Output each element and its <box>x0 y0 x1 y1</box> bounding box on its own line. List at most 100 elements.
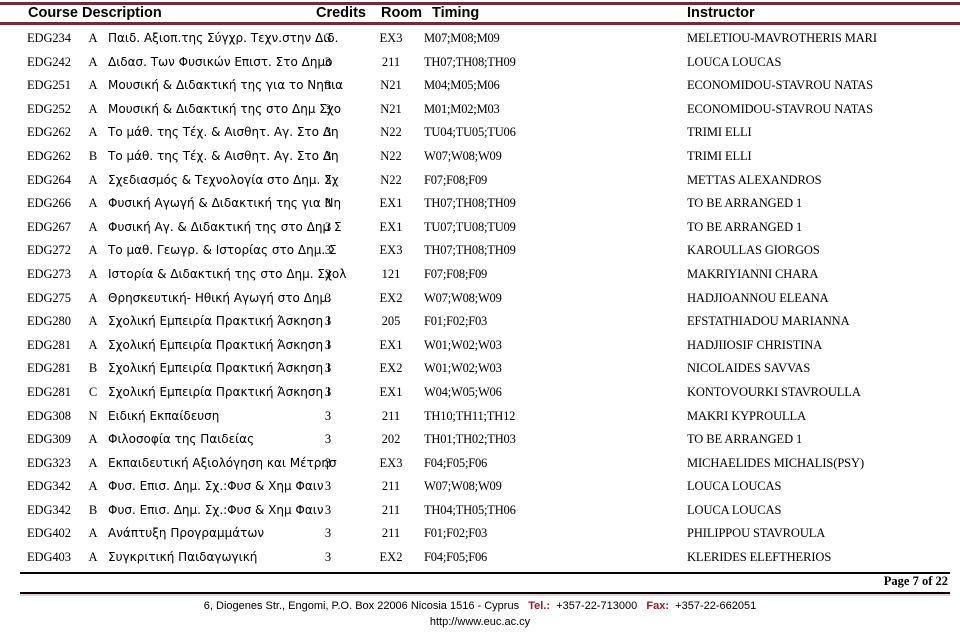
row-instructor: PHILIPPOU STAVROULA <box>687 526 826 541</box>
row-room: EX3 <box>379 31 403 45</box>
row-credits: 3 <box>324 337 332 352</box>
row-timing: F07;F08;F09 <box>424 266 488 281</box>
footer-tel-label: Tel.: <box>528 600 551 612</box>
row-course-description: Το μαθ. Γεωγρ. & Ιστορίας στο Δημ. Σ <box>108 243 337 258</box>
row-section: A <box>88 243 98 258</box>
row-room: 211 <box>381 479 401 494</box>
row-room: N22 <box>380 125 402 140</box>
row-timing: W07;W08;W09 <box>424 479 502 494</box>
row-course-description: Σχολική Εμπειρία Πρακτική Άσκηση I <box>108 314 331 329</box>
row-course-description: Φυσ. Επισ. Δημ. Σχ.:Φυσ & Χημ Φαιν <box>108 479 324 494</box>
table-row: EDG281 B Σχολική Εμπειρία Πρακτική Άσκηση … <box>0 357 960 381</box>
row-section: A <box>88 196 98 211</box>
row-course-description: Μουσική & Διδακτική της στο Δημ Σχο <box>108 101 342 116</box>
row-credits: 3 <box>324 196 332 211</box>
row-instructor: TO BE ARRANGED 1 <box>687 196 803 211</box>
row-credits: 3 <box>324 266 332 281</box>
row-section: C <box>88 384 98 399</box>
row-credits: 3 <box>324 31 332 45</box>
row-instructor: HADJIIOSIF CHRISTINA <box>687 337 823 352</box>
row-room: 211 <box>381 54 401 69</box>
footer-divider-accent <box>20 594 950 596</box>
row-instructor: TRIMI ELLI <box>687 125 752 140</box>
row-timing: TU04;TU05;TU06 <box>424 125 516 140</box>
row-instructor: LOUCA LOUCAS <box>687 502 782 517</box>
row-room: EX3 <box>379 243 403 258</box>
footer-tel-value: +357-22-713000 <box>556 600 638 612</box>
row-course-code: EDG262 <box>27 148 71 163</box>
footer-address-text: 6, Diogenes Str., Engomi, P.O. Box 22006… <box>203 600 520 612</box>
row-room: N22 <box>380 148 402 163</box>
row-section: A <box>88 550 98 565</box>
row-instructor: METTAS ALEXANDROS <box>687 172 822 187</box>
row-section: A <box>88 101 98 116</box>
table-row: EDG402 A Ανάπτυξη Προγραμμάτων 3 211 F01;F02;… <box>0 522 960 546</box>
row-room: N21 <box>380 101 402 116</box>
row-credits: 3 <box>324 479 332 494</box>
row-timing: TH10;TH11;TH12 <box>424 408 516 423</box>
row-course-code: EDG267 <box>27 219 71 234</box>
row-course-description: Σχολική Εμπειρία Πρακτική Άσκηση I <box>108 337 331 352</box>
row-instructor: KAROULLAS GIORGOS <box>687 243 820 258</box>
table-row: EDG342 B Φυσ. Επισ. Δημ. Σχ.:Φυσ & Χημ Φαι… <box>0 499 960 523</box>
row-course-code: EDG309 <box>27 432 71 447</box>
row-section: N <box>88 408 98 423</box>
row-timing: TH01;TH02;TH03 <box>424 432 516 447</box>
row-course-code: EDG281 <box>27 361 71 376</box>
row-timing: TH07;TH08;TH09 <box>424 196 516 211</box>
row-course-description: Φυσική Αγωγή & Διδακτική της για Νη <box>108 196 342 211</box>
table-row: EDG281 C Σχολική Εμπειρία Πρακτική Άσκηση … <box>0 381 960 405</box>
row-section: A <box>88 432 98 447</box>
row-section: A <box>88 479 98 494</box>
row-room: EX1 <box>379 337 403 352</box>
row-timing: TH07;TH08;TH09 <box>424 243 516 258</box>
row-credits: 3 <box>324 432 332 447</box>
row-credits: 3 <box>324 243 332 258</box>
row-room: EX1 <box>379 219 403 234</box>
row-course-description: Σχολική Εμπειρία Πρακτική Άσκηση I <box>108 361 331 376</box>
row-credits: 3 <box>324 290 332 305</box>
row-room: EX2 <box>379 550 403 565</box>
row-section: A <box>88 125 98 140</box>
row-course-code: EDG342 <box>27 479 71 494</box>
row-instructor: KLERIDES ELEFTHERIOS <box>687 550 832 565</box>
column-header-course-description: Course Description <box>28 5 162 21</box>
row-course-description: Φυσική Αγ. & Διδακτική της στο Δημ Σ <box>108 219 342 234</box>
row-course-code: EDG251 <box>27 78 71 93</box>
row-timing: TH07;TH08;TH09 <box>424 54 516 69</box>
table-row: EDG272 A Το μαθ. Γεωγρ. & Ιστορίας στο Δημ… <box>0 239 960 263</box>
row-timing: M04;M05;M06 <box>424 78 500 93</box>
table-row: EDG403 A Συγκριτική Παιδαγωγική 3 EX2 F04;F05… <box>0 546 960 570</box>
row-section: A <box>88 219 98 234</box>
row-credits: 3 <box>324 550 332 565</box>
row-course-description: Διδασ. Των Φυσικών Επιστ. Στο Δημο <box>108 54 333 69</box>
document-page: Course Description Credits Room Timing I… <box>0 0 960 632</box>
row-room: 202 <box>381 432 401 447</box>
row-course-description: Μουσική & Διδακτική της για το Νηπια <box>108 78 344 93</box>
row-course-description: Σχολική Εμπειρία Πρακτική Άσκηση I <box>108 384 331 399</box>
row-course-description: Παιδ. Αξιοπ.της Σύγχρ. Τεχν.στην Διδ. <box>108 31 339 45</box>
header-rule-bottom <box>0 22 960 25</box>
row-timing: F01;F02;F03 <box>424 314 488 329</box>
table-row: EDG280 A Σχολική Εμπειρία Πρακτική Άσκηση … <box>0 310 960 334</box>
table-row: EDG275 A Θρησκευτική- Ηθική Αγωγή στο Δημ.… <box>0 287 960 311</box>
row-credits: 3 <box>324 314 332 329</box>
row-course-code: EDG262 <box>27 125 71 140</box>
table-row: EDG323 A Εκπαιδευτική Αξιολόγηση και Μέτρη… <box>0 452 960 476</box>
row-credits: 3 <box>324 172 332 187</box>
table-row: EDG262 A Το μάθ. της Τέχ. & Αισθητ. Αγ. Στ… <box>0 121 960 145</box>
column-headers: Course Description Credits Room Timing I… <box>0 4 960 22</box>
row-room: 205 <box>381 314 401 329</box>
footer-website-link[interactable]: http://www.euc.ac.cy <box>430 616 530 628</box>
column-header-timing: Timing <box>432 5 480 21</box>
table-row: EDG281 A Σχολική Εμπειρία Πρακτική Άσκηση … <box>0 334 960 358</box>
row-course-code: EDG266 <box>27 196 71 211</box>
row-course-code: EDG264 <box>27 172 71 187</box>
row-course-description: Ειδική Εκπαίδευση <box>108 408 220 423</box>
row-timing: W07;W08;W09 <box>424 148 502 163</box>
row-timing: W01;W02;W03 <box>424 361 502 376</box>
table-row: EDG309 A Φιλοσοφία της Παιδείας 3 202 TH01;TH… <box>0 428 960 452</box>
row-section: A <box>88 290 98 305</box>
row-course-description: Το μάθ. της Τέχ. & Αισθητ. Αγ. Στο Δη <box>108 148 339 163</box>
column-header-instructor: Instructor <box>687 5 755 21</box>
